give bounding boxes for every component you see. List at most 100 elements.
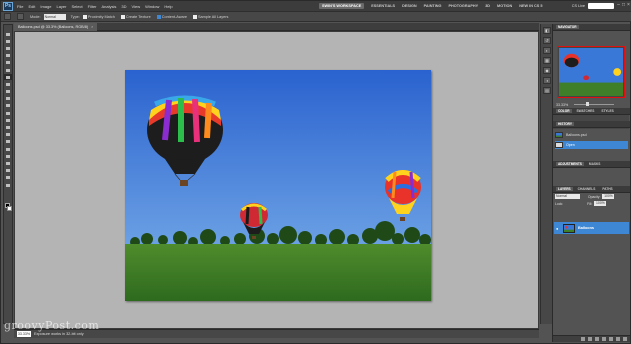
spot-healing-brush-icon[interactable] — [4, 13, 11, 20]
path-selection-tool-icon[interactable] — [4, 146, 12, 152]
status-info[interactable]: Exposure works in 32-bit only — [34, 332, 84, 336]
opacity-field[interactable]: 100% — [602, 194, 615, 199]
hand-tool-icon[interactable] — [4, 175, 12, 181]
blend-mode-select[interactable]: Normal — [555, 194, 580, 199]
menu-window[interactable]: Window — [145, 4, 159, 9]
create-texture-option[interactable]: Create Texture — [120, 14, 151, 19]
workspace-3d[interactable]: 3D — [485, 4, 490, 8]
type-tool-icon[interactable] — [4, 139, 12, 145]
content-aware-option[interactable]: Content-Aware — [156, 14, 187, 19]
shape-tool-icon[interactable] — [4, 153, 12, 159]
color-panel-header: COLOR SWATCHES STYLES — [553, 108, 630, 115]
dodge-tool-icon[interactable] — [4, 124, 12, 130]
spot-healing-tool-icon[interactable] — [4, 74, 12, 81]
document-tab[interactable]: Balloons.psd @ 33.3% (Balloons, RGB/8) × — [14, 23, 98, 31]
new-layer-icon[interactable] — [616, 337, 620, 341]
history-state-icon — [555, 142, 563, 148]
menu-view[interactable]: View — [132, 4, 141, 9]
zoom-tool-icon[interactable] — [4, 182, 12, 188]
cs-live[interactable]: CS Live — [572, 2, 614, 10]
marquee-tool-icon[interactable] — [4, 38, 12, 44]
layer-row-balloons[interactable]: ● Balloons — [554, 222, 629, 234]
balloons-photo[interactable] — [125, 70, 431, 301]
proximity-match-option[interactable]: Proximity Match — [82, 14, 115, 19]
eye-icon[interactable]: ● — [556, 226, 561, 231]
menu-image[interactable]: Image — [40, 4, 51, 9]
tab-color[interactable]: COLOR — [556, 109, 572, 113]
tab-swatches[interactable]: SWATCHES — [575, 109, 597, 113]
styles-icon[interactable]: ◆ — [543, 67, 551, 74]
layer-style-icon[interactable] — [588, 337, 592, 341]
mode-select[interactable]: Normal — [43, 13, 66, 20]
history-icon[interactable]: ↺ — [543, 37, 551, 44]
radio-icon — [120, 14, 125, 19]
tab-styles[interactable]: STYLES — [599, 109, 615, 113]
tab-channels[interactable]: CHANNELS — [576, 187, 598, 191]
eraser-tool-icon[interactable] — [4, 103, 12, 109]
adjustments-icon[interactable]: ◑ — [543, 77, 551, 84]
menu-filter[interactable]: Filter — [88, 4, 97, 9]
new-group-icon[interactable] — [609, 337, 613, 341]
tab-history[interactable]: HISTORY — [556, 122, 574, 126]
tab-paths[interactable]: PATHS — [600, 187, 614, 191]
zoom-slider[interactable] — [574, 102, 615, 106]
canvas-area[interactable] — [14, 31, 539, 329]
menu-help[interactable]: Help — [164, 4, 172, 9]
blur-tool-icon[interactable] — [4, 117, 12, 123]
zoom-slider-knob[interactable] — [586, 102, 590, 106]
add-mask-icon[interactable] — [595, 337, 599, 341]
workspace-painting[interactable]: PAINTING — [424, 4, 442, 8]
close-tab-icon[interactable]: × — [91, 25, 93, 29]
menu-select[interactable]: Select — [72, 4, 83, 9]
tools-panel — [3, 24, 13, 324]
workspace-new-in-cs5[interactable]: NEW IN CS 5 — [519, 4, 542, 8]
navigator-zoom-value[interactable]: 33.33% — [556, 103, 568, 107]
search-field[interactable] — [588, 3, 614, 9]
pen-tool-icon[interactable] — [4, 132, 12, 138]
radio-icon — [82, 14, 87, 19]
brush-preset-icon[interactable] — [17, 13, 24, 20]
gradient-tool-icon[interactable] — [4, 110, 12, 116]
tab-navigator[interactable]: NAVIGATOR — [556, 25, 579, 29]
sample-all-layers-label: Sample All Layers — [197, 14, 229, 19]
close-icon[interactable]: × — [626, 2, 631, 8]
navigator-view-box[interactable] — [557, 46, 625, 98]
move-tool-icon[interactable] — [4, 31, 12, 37]
workspace-motion[interactable]: MOTION — [497, 4, 512, 8]
menu-analysis[interactable]: Analysis — [102, 4, 117, 9]
history-snapshot[interactable]: Balloons.psd — [555, 131, 628, 139]
sample-all-layers-checkbox[interactable]: Sample All Layers — [192, 14, 229, 19]
tab-adjustments[interactable]: ADJUSTMENTS — [556, 162, 584, 166]
history-item-open[interactable]: Open — [555, 141, 628, 149]
menu-layer[interactable]: Layer — [56, 4, 66, 9]
swatches-icon[interactable]: ▦ — [543, 57, 551, 64]
eyedropper-tool-icon[interactable] — [4, 67, 12, 73]
link-layers-icon[interactable] — [581, 337, 585, 341]
layers-icon[interactable]: ▤ — [543, 87, 551, 94]
lasso-tool-icon[interactable] — [4, 45, 12, 51]
fill-field[interactable]: 100% — [594, 201, 607, 206]
quick-selection-tool-icon[interactable] — [4, 53, 12, 59]
clone-stamp-tool-icon[interactable] — [4, 89, 12, 95]
adjustment-layer-icon[interactable] — [602, 337, 606, 341]
background-color-swatch[interactable] — [7, 206, 12, 211]
menu-file[interactable]: File — [17, 4, 23, 9]
tab-masks[interactable]: MASKS — [587, 162, 603, 166]
menu-3d[interactable]: 3D — [121, 4, 126, 9]
brush-tool-icon[interactable] — [4, 81, 12, 87]
3d-camera-tool-icon[interactable] — [4, 168, 12, 174]
radio-selected-icon — [156, 14, 161, 19]
tab-layers[interactable]: LAYERS — [556, 187, 573, 191]
trash-icon[interactable] — [623, 337, 627, 341]
workspace-photography[interactable]: PHOTOGRAPHY — [449, 4, 479, 8]
workspace-custom[interactable]: SWIN'S WORKSPACE — [319, 3, 365, 9]
workspace-essentials[interactable]: ESSENTIALS — [371, 4, 395, 8]
layers-panel: LAYERS CHANNELS PATHS Normal Opacity: 10… — [553, 186, 630, 342]
3d-rotate-tool-icon[interactable] — [4, 160, 12, 166]
navigator-icon[interactable]: ◧ — [543, 27, 551, 34]
history-brush-tool-icon[interactable] — [4, 96, 12, 102]
menu-edit[interactable]: Edit — [28, 4, 35, 9]
color-icon[interactable]: ◐ — [543, 47, 551, 54]
crop-tool-icon[interactable] — [4, 60, 12, 66]
workspace-design[interactable]: DESIGN — [402, 4, 417, 8]
